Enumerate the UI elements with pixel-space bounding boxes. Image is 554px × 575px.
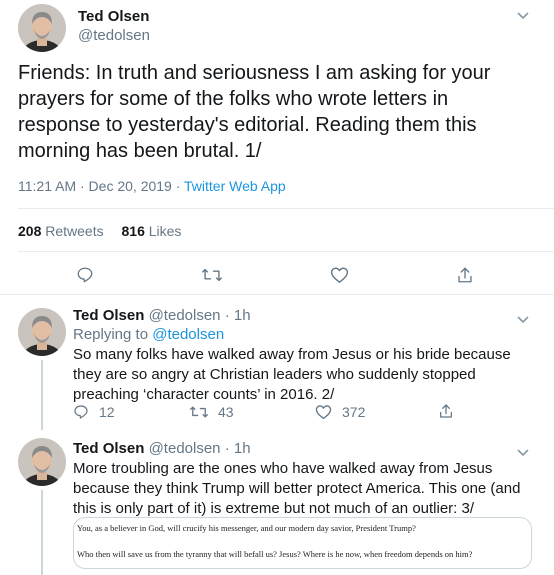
author-name[interactable]: Ted Olsen (78, 8, 149, 25)
retweet-icon (190, 406, 208, 418)
share-button[interactable] (438, 403, 454, 419)
retweets-count: 208 (18, 223, 42, 239)
quoted-letter-line: Who then will save us from the tyranny t… (77, 549, 473, 559)
reply-header: Ted Olsen @tedolsen · 1h (73, 307, 251, 324)
share-icon (458, 267, 472, 283)
engagement-stats: 208 Retweets 816 Likes (18, 223, 181, 239)
share-icon (440, 404, 452, 418)
avatar[interactable] (18, 308, 66, 356)
replying-to: Replying to @tedolsen (73, 326, 224, 343)
tweet-text: So many folks have walked away from Jesu… (73, 346, 511, 403)
chevron-down-icon[interactable] (516, 8, 530, 26)
quoted-letter-image[interactable]: You, as a believer in God, will crucify … (73, 517, 532, 569)
author-handle[interactable]: @tedolsen (78, 27, 150, 44)
chevron-down-icon[interactable] (516, 312, 530, 330)
reply-button[interactable] (76, 266, 94, 284)
retweets-stat[interactable]: 208 Retweets (18, 223, 108, 239)
retweets-label: Retweets (45, 223, 104, 239)
reply-button[interactable]: 12 (73, 404, 115, 420)
divider (0, 294, 554, 295)
likes-label: Likes (148, 223, 182, 239)
share-button[interactable] (456, 266, 474, 284)
retweet-button[interactable] (202, 266, 222, 284)
likes-stat[interactable]: 816 Likes (122, 223, 182, 239)
like-button[interactable]: 372 (315, 404, 365, 420)
avatar[interactable] (18, 438, 66, 486)
divider (18, 208, 554, 209)
reply-count: 12 (99, 404, 115, 420)
reply-header: Ted Olsen @tedolsen · 1h (73, 440, 251, 457)
reply-icon (74, 405, 88, 419)
tweet-time[interactable]: · 1h (225, 440, 251, 457)
avatar[interactable] (18, 4, 66, 52)
author-name[interactable]: Ted Olsen (73, 440, 144, 457)
retweet-icon (202, 268, 222, 282)
retweet-button[interactable]: 43 (190, 404, 234, 420)
like-icon (330, 267, 349, 283)
quoted-letter-line: You, as a believer in God, will crucify … (77, 523, 416, 533)
like-icon (315, 405, 332, 420)
thread-line (41, 360, 43, 430)
tweet-timestamp-row: 11:21 AM · Dec 20, 2019 · Twitter Web Ap… (18, 178, 286, 194)
reply-icon (77, 267, 93, 283)
replying-to-handle[interactable]: @tedolsen (152, 326, 224, 343)
author-handle[interactable]: @tedolsen (149, 440, 221, 457)
like-button[interactable] (330, 266, 349, 284)
tweet-text: More troubling are the ones who have wal… (73, 460, 521, 517)
thread-line (41, 490, 43, 575)
retweet-count: 43 (218, 404, 234, 420)
author-handle[interactable]: @tedolsen (149, 307, 221, 324)
divider (18, 251, 554, 252)
tweet-source[interactable]: Twitter Web App (184, 178, 286, 194)
replying-to-prefix: Replying to (73, 326, 153, 343)
author-name[interactable]: Ted Olsen (73, 307, 144, 324)
like-count: 372 (342, 404, 366, 420)
likes-count: 816 (121, 223, 145, 239)
tweet-time[interactable]: · 1h (225, 307, 251, 324)
tweet-timestamp[interactable]: 11:21 AM · Dec 20, 2019 · (18, 178, 184, 194)
main-tweet-text: Friends: In truth and seriousness I am a… (18, 62, 491, 162)
